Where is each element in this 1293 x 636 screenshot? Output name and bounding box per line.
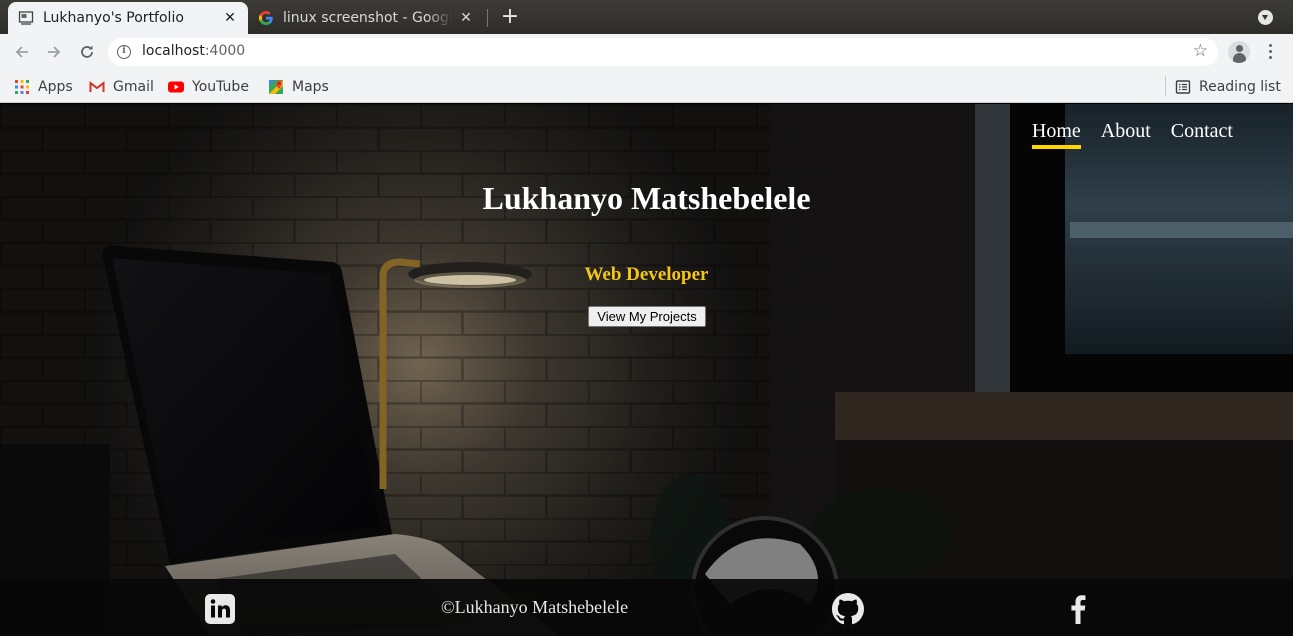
portfolio-page: Home About Contact Lukhanyo Matshebelele… — [0, 104, 1293, 636]
tab-title: Lukhanyo's Portfolio — [43, 10, 184, 26]
linkedin-icon[interactable] — [204, 593, 236, 625]
bookmark-star-icon[interactable]: ☆ — [1193, 41, 1208, 61]
bookmarks-bar: Apps Gmail YouTube Maps Reading list — [0, 70, 1293, 103]
bookmark-label: YouTube — [192, 79, 249, 95]
tab-google-search[interactable]: linux screenshot - Google ✕ — [248, 2, 484, 34]
url-port: :4000 — [204, 43, 246, 59]
bookmark-label: Maps — [292, 79, 329, 95]
nav-link-home[interactable]: Home — [1031, 120, 1081, 149]
tab-search-dropdown-icon[interactable] — [1258, 10, 1273, 25]
hero-role: Web Developer — [584, 264, 709, 285]
copyright-text: ©Lukhanyo Matshebelele — [441, 597, 629, 617]
view-projects-button[interactable]: View My Projects — [588, 306, 706, 327]
google-icon — [258, 10, 274, 26]
bookmark-label: Apps — [38, 79, 73, 95]
youtube-icon — [168, 79, 184, 95]
site-nav: Home About Contact — [1031, 120, 1233, 149]
bookmark-apps[interactable]: Apps — [14, 76, 73, 98]
bookmark-youtube[interactable]: YouTube — [168, 76, 249, 98]
site-info-icon[interactable]: i — [117, 45, 131, 59]
tab-portfolio[interactable]: Lukhanyo's Portfolio ✕ — [8, 2, 248, 34]
new-tab-button[interactable]: + — [498, 5, 522, 29]
browser-menu-icon[interactable] — [1264, 43, 1278, 61]
bookmark-gmail[interactable]: Gmail — [89, 76, 154, 98]
bookmarks-divider — [1165, 76, 1166, 96]
tab-title: linux screenshot - Google — [283, 10, 452, 26]
browser-toolbar: i localhost:4000 ☆ — [0, 34, 1293, 70]
url-host: localhost — [142, 43, 205, 59]
apps-grid-icon — [14, 79, 30, 95]
hero-name: Lukhanyo Matshebelele — [482, 180, 811, 216]
nav-link-contact[interactable]: Contact — [1171, 120, 1233, 149]
forward-arrow-icon[interactable] — [42, 40, 66, 64]
page-favicon-icon — [18, 10, 34, 26]
reading-list-label: Reading list — [1199, 79, 1281, 95]
close-icon[interactable]: ✕ — [222, 10, 238, 26]
gmail-icon — [89, 79, 105, 95]
site-footer: ©Lukhanyo Matshebelele — [0, 579, 1293, 636]
github-icon[interactable] — [832, 593, 864, 625]
address-bar[interactable]: i localhost:4000 ☆ — [108, 38, 1218, 66]
bookmark-label: Gmail — [113, 79, 154, 95]
url-text: localhost:4000 — [142, 43, 245, 59]
maps-icon — [268, 79, 284, 95]
back-arrow-icon[interactable] — [10, 40, 34, 64]
facebook-icon[interactable] — [1062, 593, 1094, 625]
reload-icon[interactable] — [75, 40, 99, 64]
bookmark-maps[interactable]: Maps — [268, 76, 329, 98]
tab-divider — [487, 9, 488, 27]
profile-avatar-icon[interactable] — [1228, 41, 1250, 63]
reading-list-button[interactable]: Reading list — [1175, 76, 1281, 98]
browser-tab-strip: Lukhanyo's Portfolio ✕ linux screenshot … — [0, 0, 1293, 34]
close-icon[interactable]: ✕ — [458, 10, 474, 26]
reading-list-icon — [1175, 79, 1191, 95]
nav-link-about[interactable]: About — [1101, 120, 1151, 149]
